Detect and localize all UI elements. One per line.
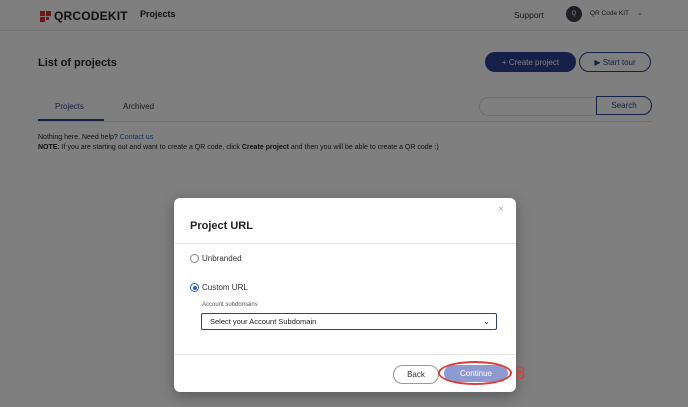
account-subdomains-label: Account subdomains xyxy=(202,302,258,308)
chevron-down-icon: ⌄ xyxy=(483,317,490,326)
unbranded-radio[interactable] xyxy=(190,254,199,263)
close-icon[interactable]: × xyxy=(498,204,504,215)
custom-url-radio[interactable] xyxy=(190,283,199,292)
custom-url-label[interactable]: Custom URL xyxy=(202,283,248,292)
modal-divider xyxy=(174,243,516,244)
modal-title: Project URL xyxy=(190,220,253,232)
step-number: 8 xyxy=(515,364,526,384)
account-subdomain-select[interactable]: Select your Account Subdomain ⌄ xyxy=(201,313,497,330)
modal-footer-divider xyxy=(174,354,516,355)
highlight-ring xyxy=(438,361,512,385)
back-button[interactable]: Back xyxy=(393,365,439,384)
select-value: Select your Account Subdomain xyxy=(210,317,317,326)
unbranded-label[interactable]: Unbranded xyxy=(202,254,242,263)
